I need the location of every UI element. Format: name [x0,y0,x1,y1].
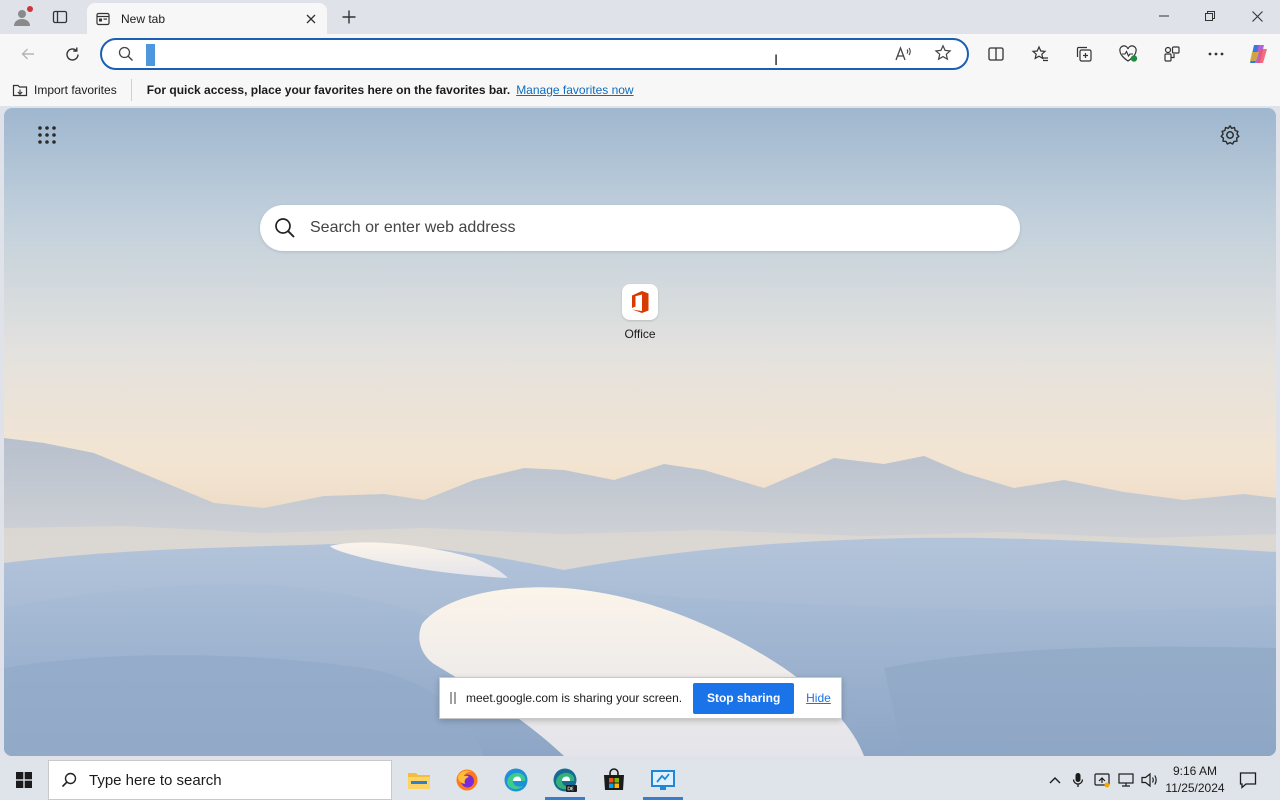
chevron-up-icon [1049,777,1061,784]
minimize-icon [1159,15,1169,17]
taskbar-edge[interactable] [492,760,540,800]
clock-time: 9:16 AM [1172,764,1218,778]
microphone-icon [1072,773,1084,787]
restore-icon [1205,11,1215,21]
taskbar-clock[interactable]: 9:16 AM 11/25/2024 [1162,763,1228,797]
split-screen-button[interactable] [981,39,1011,69]
collections-button[interactable] [1069,39,1099,69]
app-grid-icon [38,126,56,144]
import-favorites-button[interactable]: Import favorites [12,79,132,101]
settings-and-more-button[interactable] [1201,39,1231,69]
search-icon [274,217,296,239]
more-dots-icon [1208,52,1224,56]
read-aloud-icon[interactable] [894,45,912,66]
restore-button[interactable] [1187,0,1233,32]
taskbar-search-placeholder: Type here to search [89,771,222,789]
extensions-icon [1164,46,1180,62]
search-icon [61,772,77,788]
tab-new-tab[interactable]: New tab [87,3,327,34]
heart-pulse-icon [1119,45,1138,62]
store-bag-icon [604,768,624,790]
browser-toolbar: I [0,34,1280,74]
volume-tray-button[interactable] [1138,760,1162,800]
copilot-button[interactable] [1243,39,1273,69]
new-tab-button[interactable] [335,4,363,30]
notification-icon [1239,772,1257,789]
add-favorite-star-icon[interactable] [934,44,952,65]
minimize-button[interactable] [1141,0,1187,32]
taskbar-microsoft-store[interactable] [590,760,638,800]
favorites-bar: Import favorites For quick access, place… [0,74,1280,106]
drag-handle-icon[interactable] [450,692,456,704]
close-window-button[interactable] [1234,0,1280,32]
remote-desktop-icon [651,770,675,790]
edge-icon [504,768,528,792]
new-tab-search-box[interactable] [260,205,1020,251]
file-explorer-icon [408,773,430,789]
start-button[interactable] [0,760,48,800]
favorites-bar-message: For quick access, place your favorites h… [146,83,511,97]
mouse-cursor-ibeam: I [774,53,779,69]
clock-date: 11/25/2024 [1165,781,1225,795]
taskbar-firefox[interactable] [443,760,491,800]
office-tile[interactable] [622,284,658,320]
windows-logo-icon [16,772,32,788]
network-icon [1118,773,1134,787]
copilot-icon [1250,45,1267,63]
sharing-tray-button[interactable] [1090,760,1114,800]
refresh-icon [65,47,79,61]
office-icon [632,291,649,313]
screen-share-notification: meet.google.com is sharing your screen. … [439,677,842,719]
text-selection-caret [146,44,155,66]
back-button[interactable] [13,39,43,69]
show-hidden-icons-button[interactable] [1043,760,1067,800]
tab-actions-button[interactable] [46,4,74,30]
page-settings-button[interactable] [1216,121,1244,149]
collections-icon [1076,46,1092,62]
quick-link-label: Office [624,327,656,341]
network-tray-button[interactable] [1114,760,1138,800]
browser-essentials-button[interactable] [1113,39,1143,69]
favorites-button[interactable] [1025,39,1055,69]
screen-share-tray-icon [1094,773,1110,788]
edge-dev-icon [553,768,577,792]
firefox-icon [456,769,478,791]
gear-icon [1220,125,1240,145]
refresh-button[interactable] [57,39,87,69]
taskbar-edge-dev[interactable] [541,760,589,800]
new-tab-favicon-icon [95,11,111,27]
import-favorites-label: Import favorites [34,83,117,97]
taskbar-remote-desktop[interactable] [639,760,687,800]
stop-sharing-button[interactable]: Stop sharing [693,682,795,714]
quick-link-office[interactable]: Office [610,284,670,341]
manage-favorites-link[interactable]: Manage favorites now [516,83,633,97]
search-icon [118,46,134,65]
plus-icon [342,10,356,24]
new-tab-search-input[interactable] [310,219,970,237]
tab-title: New tab [121,11,166,26]
new-tab-page: Office [4,108,1276,756]
favorites-icon [1031,45,1048,62]
tab-actions-icon [52,10,68,24]
hide-share-bar-link[interactable]: Hide [806,691,831,705]
microphone-tray-button[interactable] [1066,760,1090,800]
windows-taskbar: Type here to search 9:16 AM 11/25/2024 [0,760,1280,800]
back-arrow-icon [21,48,34,60]
share-message: meet.google.com is sharing your screen. [466,691,683,705]
notification-dot [27,6,33,12]
profile-button[interactable] [8,4,36,30]
taskbar-file-explorer[interactable] [395,760,443,800]
extensions-button[interactable] [1157,39,1187,69]
import-folder-icon [12,82,28,98]
tab-strip: New tab [0,0,1280,34]
address-bar[interactable]: I [100,38,969,70]
action-center-button[interactable] [1234,760,1262,800]
apps-launcher-button[interactable] [34,122,60,148]
close-icon [1251,10,1263,22]
taskbar-search-box[interactable]: Type here to search [48,760,392,800]
tab-close-icon[interactable] [303,11,319,27]
split-screen-icon [988,47,1004,61]
speaker-icon [1141,772,1157,788]
address-input[interactable] [158,43,858,65]
